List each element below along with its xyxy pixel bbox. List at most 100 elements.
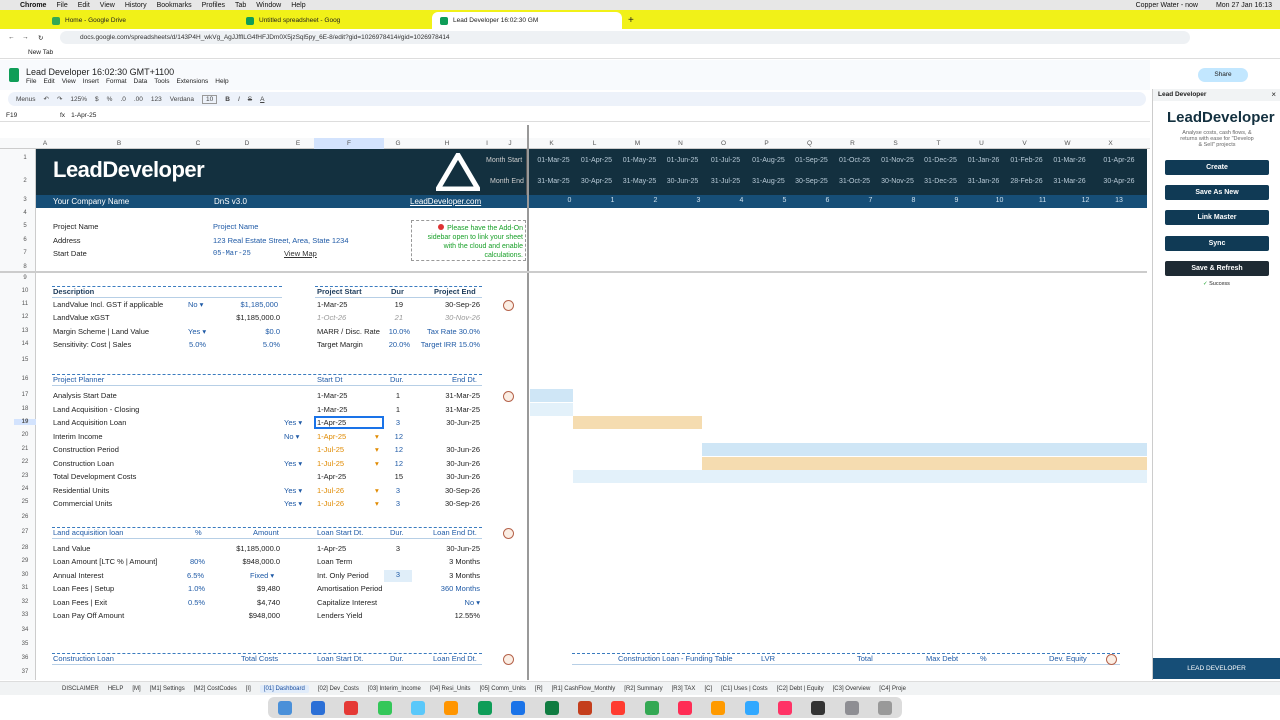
marr-value[interactable]: 10.0%: [384, 327, 410, 337]
interest-rate[interactable]: 6.5%: [187, 571, 204, 581]
sheet-tab[interactable]: [C1] Uses | Costs: [721, 686, 768, 692]
bookmark-new-tab[interactable]: New Tab: [28, 49, 53, 56]
menu-window[interactable]: Window: [256, 2, 281, 9]
row-header[interactable]: 12: [14, 314, 36, 320]
mail-icon[interactable]: [411, 700, 426, 715]
menu-help[interactable]: Help: [291, 2, 305, 9]
menus-search[interactable]: Menus: [16, 96, 36, 103]
planner-row-dur[interactable]: 12: [384, 459, 403, 469]
row-header[interactable]: 17: [14, 392, 36, 398]
sheet-tab[interactable]: [05] Comm_Units: [480, 686, 526, 692]
site-link[interactable]: LeadDeveloper.com: [410, 197, 481, 206]
address-value[interactable]: 123 Real Estate Street, Area, State 1234: [213, 236, 349, 246]
row-header[interactable]: 22: [14, 459, 36, 465]
row-header[interactable]: 35: [14, 641, 36, 647]
row-header[interactable]: 13: [14, 328, 36, 334]
row-header[interactable]: 21: [14, 446, 36, 452]
tab-untitled-spreadsheet[interactable]: Untitled spreadsheet - Goog: [238, 12, 428, 29]
target-margin-value[interactable]: 20.0%: [384, 340, 410, 350]
row-header[interactable]: 2: [14, 178, 36, 184]
row-header[interactable]: 36: [14, 655, 36, 661]
col-header[interactable]: P: [745, 138, 788, 149]
sheet-tab[interactable]: [03] Interim_Income: [368, 686, 421, 692]
row-header[interactable]: 24: [14, 486, 36, 492]
row-header[interactable]: 8: [14, 264, 36, 270]
chrome-icon[interactable]: [344, 700, 359, 715]
url-field[interactable]: docs.google.com/spreadsheets/d/143P4H_wk…: [60, 31, 1190, 44]
menu-bookmarks[interactable]: Bookmarks: [157, 2, 192, 9]
target-irr[interactable]: Target IRR 15.0%: [412, 340, 480, 350]
name-box[interactable]: F19: [6, 112, 46, 119]
col-header[interactable]: C: [184, 138, 212, 149]
menu-tab[interactable]: Tab: [235, 2, 246, 9]
rate-type-select[interactable]: Fixed ▾: [250, 571, 274, 581]
font-size-input[interactable]: 10: [202, 94, 218, 104]
sheet-tab[interactable]: [R2] Summary: [624, 686, 662, 692]
settings-gear-icon[interactable]: [1106, 654, 1117, 665]
link-master-button[interactable]: Link Master: [1165, 210, 1269, 225]
tax-rate[interactable]: Tax Rate 30.0%: [412, 327, 480, 337]
menu-help[interactable]: Help: [215, 78, 228, 85]
col-header[interactable]: H: [412, 138, 482, 149]
col-header[interactable]: E: [282, 138, 314, 149]
planner-row-dur[interactable]: 3: [384, 486, 400, 496]
col-header[interactable]: Q: [788, 138, 831, 149]
sheet-tab[interactable]: [C2] Debt | Equity: [777, 686, 824, 692]
trash-icon[interactable]: [878, 700, 893, 715]
photoshop-icon[interactable]: [744, 700, 759, 715]
planner-toggle[interactable]: Yes ▾: [284, 418, 302, 428]
back-icon[interactable]: ←: [8, 34, 15, 41]
col-header[interactable]: U: [960, 138, 1003, 149]
planner-date-dropdown-icon[interactable]: ▾: [375, 432, 379, 442]
sheet-tab[interactable]: [R3] TAX: [672, 686, 696, 692]
calendar-icon[interactable]: [611, 700, 626, 715]
row-header[interactable]: 1: [14, 155, 36, 161]
save-refresh-button[interactable]: Save & Refresh: [1165, 261, 1269, 276]
close-icon[interactable]: ×: [1271, 90, 1276, 99]
excel-icon[interactable]: [544, 700, 559, 715]
sync-button[interactable]: Sync: [1165, 236, 1269, 251]
planner-row-start[interactable]: 1-Jul-25: [317, 445, 344, 455]
maps-icon[interactable]: [644, 700, 659, 715]
gst-select[interactable]: No ▾: [188, 300, 203, 310]
row-header[interactable]: 25: [14, 499, 36, 505]
planner-row-start[interactable]: 1-Jul-25: [317, 459, 344, 469]
menu-view[interactable]: View: [62, 78, 76, 85]
sheet-tab[interactable]: [02] Dev_Costs: [318, 686, 359, 692]
italic-icon[interactable]: I: [238, 96, 240, 103]
zoom-select[interactable]: 125%: [70, 96, 87, 103]
col-header[interactable]: T: [917, 138, 960, 149]
col-header[interactable]: N: [659, 138, 702, 149]
row-header[interactable]: 7: [14, 250, 36, 256]
planner-row-dur[interactable]: 3: [384, 418, 400, 428]
row-header[interactable]: 3: [14, 197, 36, 203]
strikethrough-icon[interactable]: S: [248, 96, 252, 103]
formula-input[interactable]: 1-Apr-25: [71, 112, 96, 119]
menu-tools[interactable]: Tools: [154, 78, 169, 85]
row-header[interactable]: 11: [14, 301, 36, 307]
col-header[interactable]: R: [831, 138, 874, 149]
row-header[interactable]: 28: [14, 545, 36, 551]
sheet-tab[interactable]: [M1] Settings: [150, 686, 185, 692]
sheets-logo-icon[interactable]: [9, 68, 19, 82]
powerpoint-icon[interactable]: [577, 700, 592, 715]
margin-scheme-select[interactable]: Yes ▾: [188, 327, 206, 337]
create-button[interactable]: Create: [1165, 160, 1269, 175]
row-header[interactable]: 27: [14, 529, 36, 535]
menu-view[interactable]: View: [100, 2, 115, 9]
row-header[interactable]: 34: [14, 627, 36, 633]
menu-data[interactable]: Data: [134, 78, 148, 85]
planner-toggle[interactable]: No ▾: [284, 432, 299, 442]
planner-date-dropdown-icon[interactable]: ▾: [375, 486, 379, 496]
planner-row-start[interactable]: 1-Jul-26: [317, 486, 344, 496]
col-header[interactable]: G: [384, 138, 412, 149]
doc-title[interactable]: Lead Developer 16:02:30 GMT+1100: [26, 67, 174, 77]
sheet-tab[interactable]: [R1] CashFlow_Monthly: [552, 686, 616, 692]
margin-land-value[interactable]: $0.0: [212, 327, 280, 337]
col-header[interactable]: A: [36, 138, 54, 149]
sheet-tab[interactable]: DISCLAIMER: [62, 686, 99, 692]
view-map-link[interactable]: View Map: [284, 249, 317, 259]
menu-insert[interactable]: Insert: [83, 78, 99, 85]
row-header[interactable]: 23: [14, 473, 36, 479]
planner-toggle[interactable]: Yes ▾: [284, 459, 302, 469]
